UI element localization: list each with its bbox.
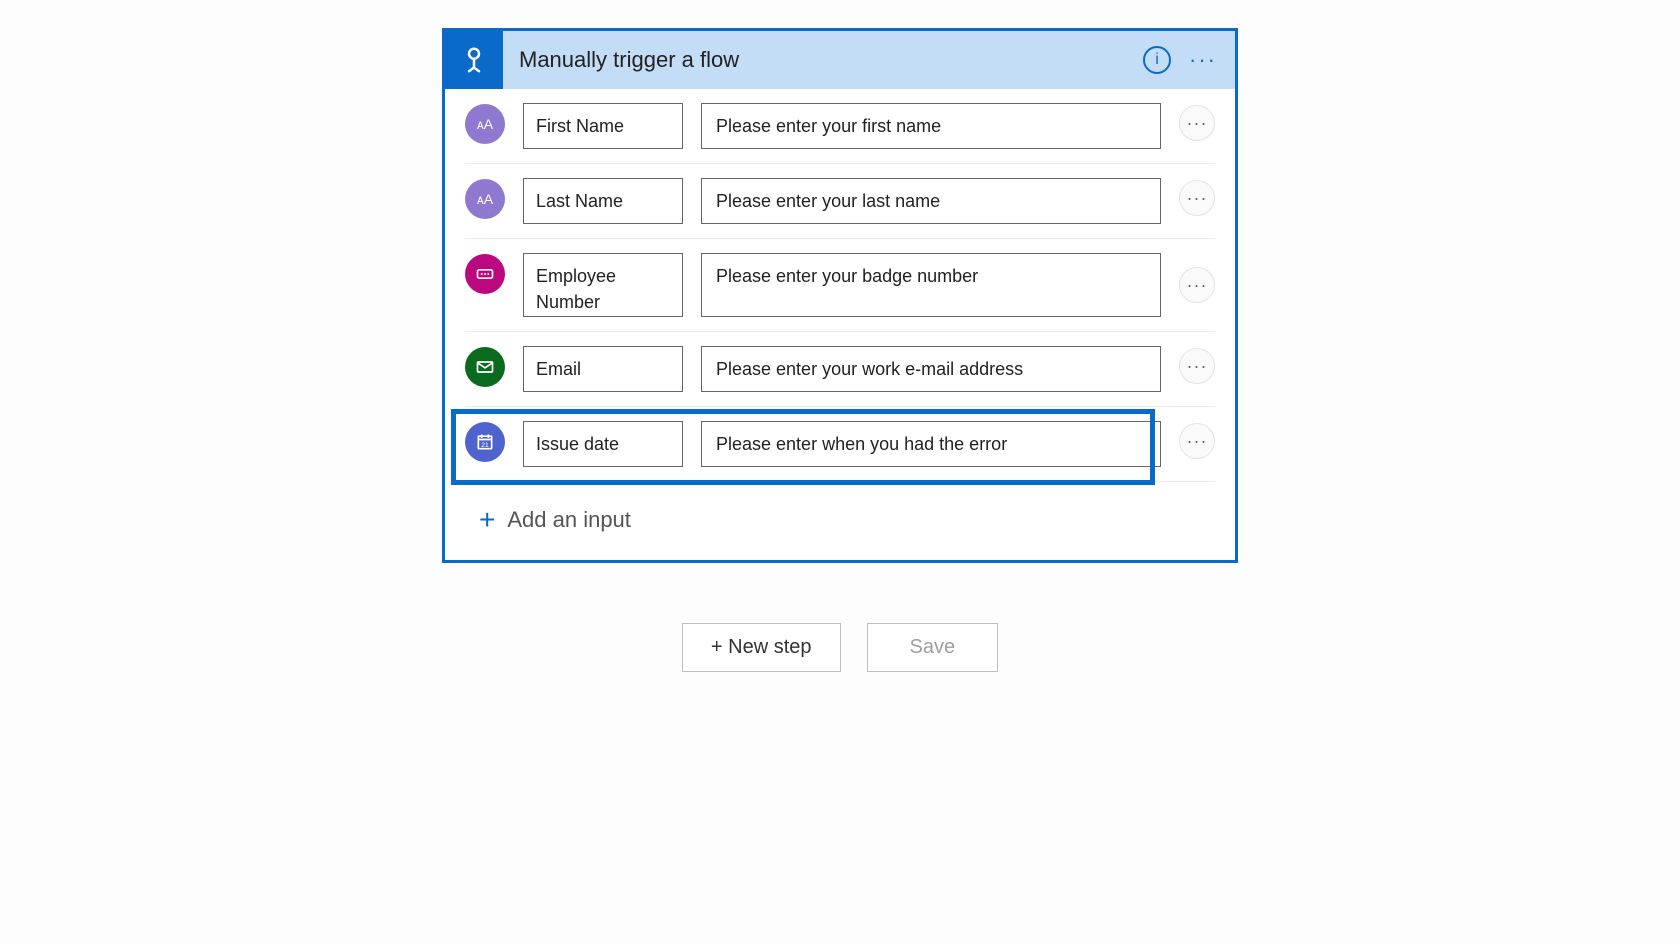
- text-type-icon: ᴀA: [465, 104, 505, 144]
- card-menu-button[interactable]: ···: [1189, 49, 1217, 71]
- number-type-icon: [465, 254, 505, 294]
- input-name-field[interactable]: [523, 253, 683, 317]
- input-row-employee-number: ···: [465, 239, 1215, 332]
- row-menu-button[interactable]: ···: [1179, 348, 1215, 384]
- input-row-last-name: ᴀA ···: [465, 164, 1215, 239]
- input-name-field[interactable]: [523, 421, 683, 467]
- input-description-field[interactable]: [701, 103, 1161, 149]
- input-description-field[interactable]: [701, 421, 1161, 467]
- manual-trigger-icon: [445, 31, 503, 89]
- input-name-field[interactable]: [523, 103, 683, 149]
- card-header: Manually trigger a flow i ···: [445, 31, 1235, 89]
- text-type-icon: ᴀA: [465, 179, 505, 219]
- input-description-field[interactable]: [701, 178, 1161, 224]
- row-menu-button[interactable]: ···: [1179, 423, 1215, 459]
- row-menu-button[interactable]: ···: [1179, 105, 1215, 141]
- card-title: Manually trigger a flow: [503, 47, 1143, 73]
- card-body: ᴀA ··· ᴀA ··· ··· ···: [445, 89, 1235, 560]
- input-row-issue-date: 21 ···: [465, 407, 1215, 482]
- email-type-icon: [465, 347, 505, 387]
- input-name-field[interactable]: [523, 346, 683, 392]
- add-input-button[interactable]: + Add an input: [465, 482, 1215, 550]
- input-description-field[interactable]: [701, 253, 1161, 317]
- new-step-button[interactable]: + New step: [682, 623, 841, 672]
- save-button[interactable]: Save: [867, 623, 999, 672]
- row-menu-button[interactable]: ···: [1179, 180, 1215, 216]
- trigger-card: Manually trigger a flow i ··· ᴀA ··· ᴀA …: [442, 28, 1238, 563]
- header-actions: i ···: [1143, 46, 1235, 74]
- input-name-field[interactable]: [523, 178, 683, 224]
- input-description-field[interactable]: [701, 346, 1161, 392]
- info-icon[interactable]: i: [1143, 46, 1171, 74]
- plus-icon: +: [479, 506, 495, 534]
- input-row-email: ···: [465, 332, 1215, 407]
- svg-text:21: 21: [481, 442, 489, 449]
- footer-buttons: + New step Save: [682, 623, 998, 672]
- date-type-icon: 21: [465, 422, 505, 462]
- row-menu-button[interactable]: ···: [1179, 267, 1215, 303]
- add-input-label: Add an input: [507, 507, 631, 533]
- input-row-first-name: ᴀA ···: [465, 89, 1215, 164]
